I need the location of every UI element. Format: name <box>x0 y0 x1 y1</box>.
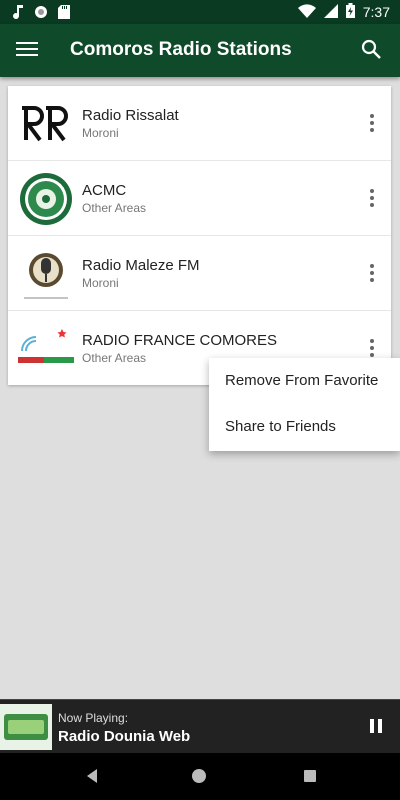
more-options-icon[interactable] <box>367 337 377 359</box>
status-bar: 7:37 <box>0 0 400 24</box>
back-icon[interactable] <box>84 768 100 784</box>
station-name: Radio Maleze FM <box>82 257 200 274</box>
more-options-icon[interactable] <box>367 262 377 284</box>
station-area: Moroni <box>82 276 119 290</box>
home-icon[interactable] <box>192 769 206 783</box>
sd-card-icon <box>58 5 70 22</box>
acmc-seal-logo <box>18 171 74 227</box>
station-name: Radio Rissalat <box>82 107 179 124</box>
station-list: Radio Rissalat Moroni ACMC Other Areas R… <box>8 86 391 385</box>
rfc-logo <box>18 321 74 377</box>
app-bar: Comoros Radio Stations <box>0 24 400 77</box>
microphone-logo <box>18 246 74 302</box>
hamburger-menu-icon[interactable] <box>16 38 38 60</box>
now-playing-title: Radio Dounia Web <box>58 728 191 745</box>
app-title: Comoros Radio Stations <box>70 39 292 60</box>
pause-icon[interactable] <box>368 719 384 735</box>
station-item[interactable]: ACMC Other Areas <box>8 161 391 236</box>
station-item[interactable]: Radio Rissalat Moroni <box>8 86 391 161</box>
more-options-icon[interactable] <box>367 112 377 134</box>
station-item[interactable]: Radio Maleze FM Moroni <box>8 236 391 311</box>
now-playing-label: Now Playing: <box>58 711 129 725</box>
battery-charging-icon <box>345 3 355 21</box>
recent-apps-icon[interactable] <box>304 770 316 782</box>
wifi-icon <box>297 3 316 21</box>
station-name: RADIO FRANCE COMORES <box>82 332 278 349</box>
status-time: 7:37 <box>362 4 390 20</box>
station-area: Moroni <box>82 126 119 140</box>
rr-logo <box>18 96 74 152</box>
now-playing-thumbnail <box>0 704 52 750</box>
now-playing-bar[interactable]: Now Playing: Radio Dounia Web <box>0 699 400 754</box>
station-area: Other Areas <box>82 201 147 215</box>
popup-menu: Remove From Favorite Share to Friends <box>209 358 400 451</box>
station-name: ACMC <box>82 182 127 199</box>
music-note-icon <box>12 4 24 23</box>
circle-icon <box>34 5 48 22</box>
navigation-bar <box>0 753 400 800</box>
station-area: Other Areas <box>82 351 147 365</box>
remove-from-favorite-item[interactable]: Remove From Favorite <box>209 358 400 404</box>
share-to-friends-item[interactable]: Share to Friends <box>209 404 400 450</box>
search-icon[interactable] <box>360 38 382 60</box>
more-options-icon[interactable] <box>367 187 377 209</box>
signal-icon <box>323 3 338 21</box>
